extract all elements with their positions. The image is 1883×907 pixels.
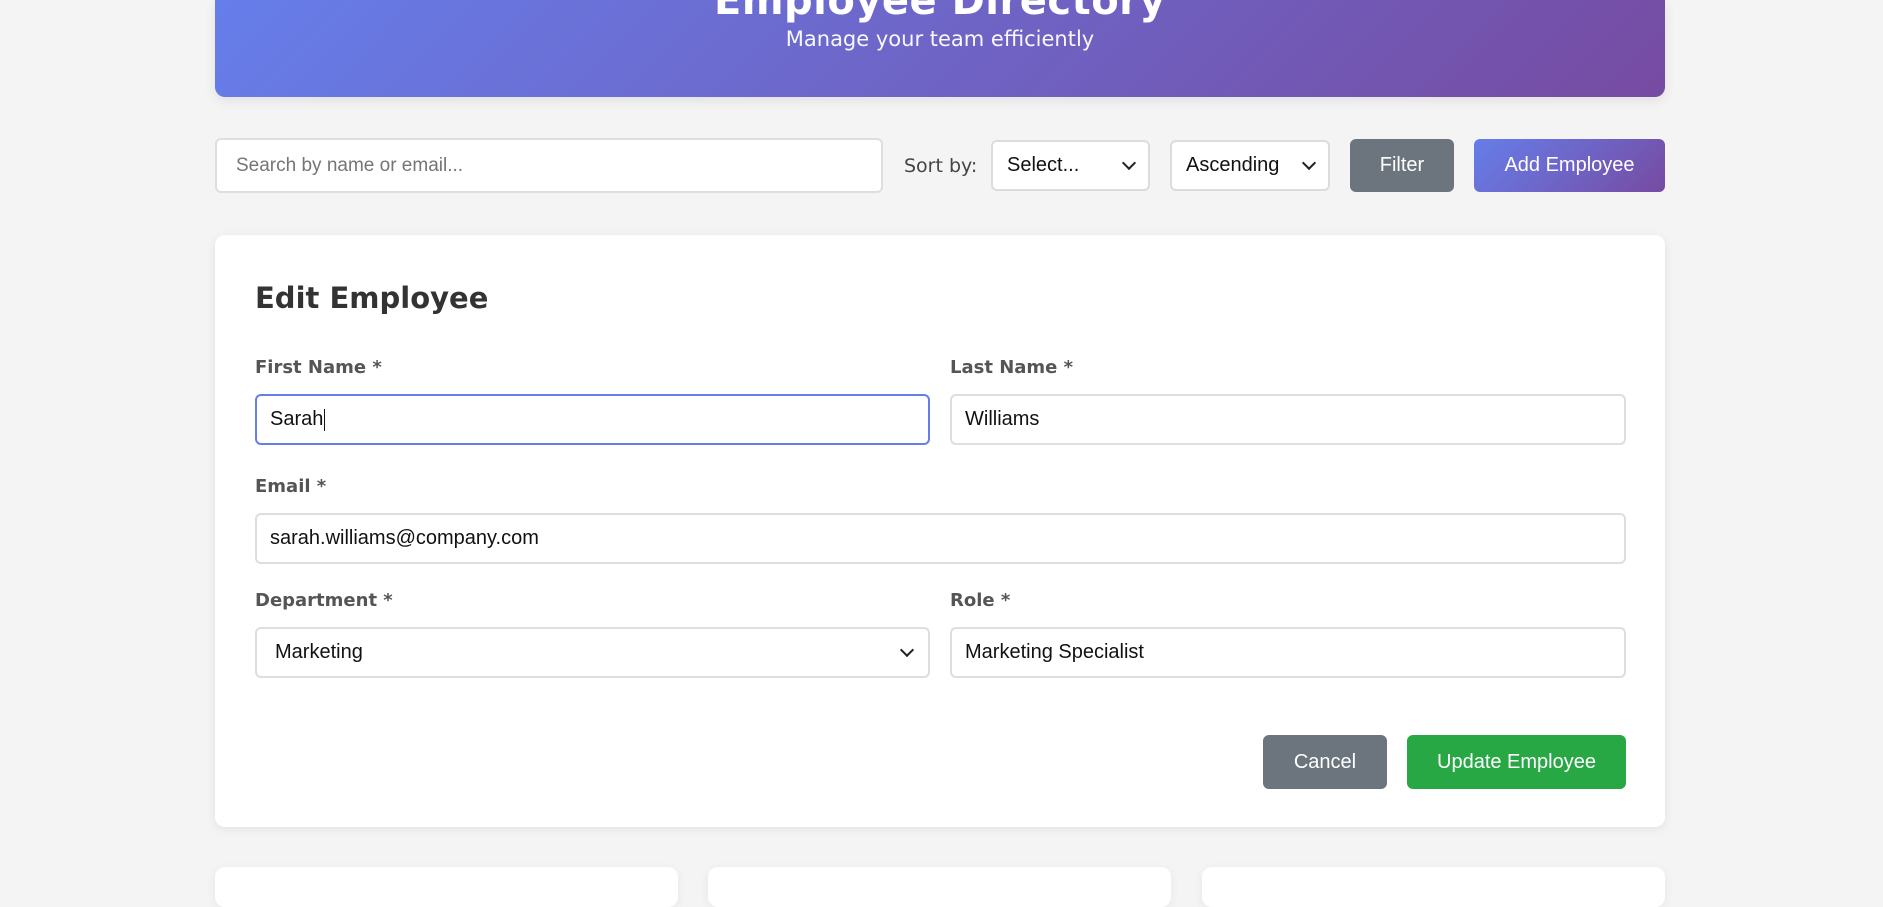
- update-employee-button[interactable]: Update Employee: [1407, 735, 1626, 789]
- form-title: Edit Employee: [255, 281, 489, 315]
- employee-card: [215, 867, 678, 907]
- toolbar: Sort by: Select... Ascending Filter Add …: [215, 137, 1665, 194]
- employee-card: [1202, 867, 1665, 907]
- sort-field-select[interactable]: Select...: [991, 140, 1150, 191]
- department-label: Department *: [255, 590, 393, 611]
- text-caret: [324, 408, 326, 431]
- page-subtitle: Manage your team efficiently: [785, 27, 1095, 51]
- department-value: Marketing: [275, 641, 363, 663]
- last-name-label: Last Name *: [950, 357, 1074, 378]
- sort-label: Sort by:: [904, 155, 978, 177]
- chevron-down-icon: [1121, 155, 1137, 171]
- app-container: Employee Directory Manage your team effi…: [215, 0, 1665, 907]
- last-name-value: Williams: [965, 408, 1040, 430]
- sort-field-value: Select...: [1007, 154, 1080, 176]
- first-name-label: First Name *: [255, 357, 382, 378]
- email-value: sarah.williams@company.com: [270, 527, 539, 549]
- department-select[interactable]: Marketing: [255, 627, 930, 678]
- sort-order-select[interactable]: Ascending: [1170, 140, 1330, 191]
- chevron-down-icon: [1301, 155, 1317, 171]
- chevron-down-icon: [899, 642, 915, 658]
- filter-button[interactable]: Filter: [1350, 139, 1454, 192]
- page-header: Employee Directory Manage your team effi…: [215, 0, 1665, 97]
- cancel-button[interactable]: Cancel: [1263, 735, 1387, 789]
- role-field[interactable]: Marketing Specialist: [950, 627, 1626, 678]
- edit-employee-form: Edit Employee First Name * Sarah Last Na…: [215, 235, 1665, 827]
- last-name-field[interactable]: Williams: [950, 394, 1626, 445]
- search-input[interactable]: [215, 138, 883, 193]
- email-field[interactable]: sarah.williams@company.com: [255, 513, 1626, 564]
- first-name-field[interactable]: Sarah: [255, 394, 930, 445]
- employee-card: [708, 867, 1171, 907]
- page-title: Employee Directory: [714, 0, 1166, 24]
- first-name-value: Sarah: [270, 408, 324, 430]
- sort-order-value: Ascending: [1186, 154, 1280, 176]
- role-label: Role *: [950, 590, 1011, 611]
- add-employee-button[interactable]: Add Employee: [1474, 139, 1665, 192]
- email-label: Email *: [255, 476, 327, 497]
- role-value: Marketing Specialist: [965, 641, 1144, 663]
